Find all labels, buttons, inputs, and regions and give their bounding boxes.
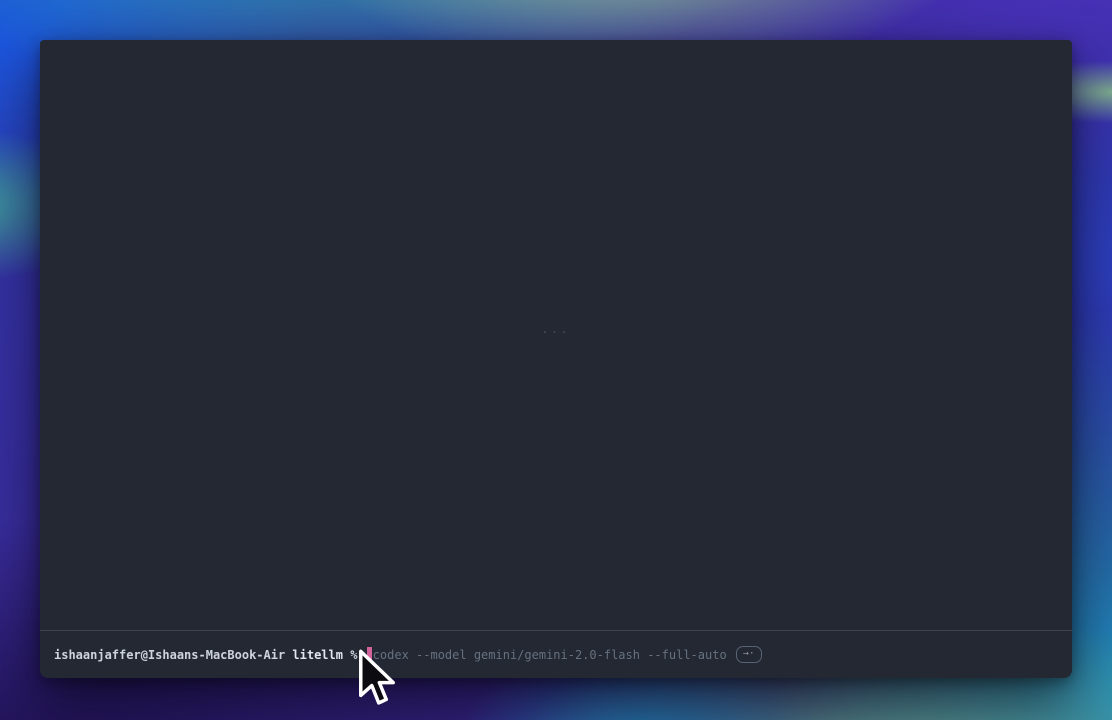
accept-suggestion-hint-badge: →· <box>736 646 762 663</box>
prompt-symbol: % <box>343 649 365 661</box>
text-cursor <box>367 647 372 663</box>
terminal-prompt-row[interactable]: ishaanjaffer@Ishaans-MacBook-Air litellm… <box>40 630 1072 678</box>
prompt-directory: litellm <box>285 649 343 661</box>
prompt-user-host: ishaanjaffer@Ishaans-MacBook-Air <box>54 649 285 661</box>
terminal-window[interactable]: ··· ishaanjaffer@Ishaans-MacBook-Air lit… <box>40 40 1072 678</box>
autosuggestion-text: codex --model gemini/gemini-2.0-flash --… <box>373 649 727 661</box>
terminal-output-area[interactable]: ··· <box>40 40 1072 630</box>
loading-ellipsis: ··· <box>542 326 571 339</box>
